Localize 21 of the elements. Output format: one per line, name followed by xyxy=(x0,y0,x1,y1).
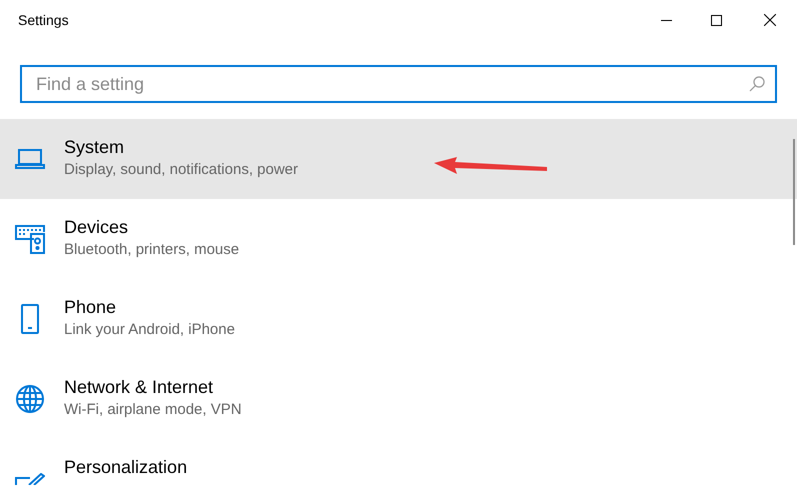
category-title: Phone xyxy=(64,296,118,319)
search-icon xyxy=(749,76,765,92)
laptop-icon xyxy=(15,148,45,170)
maximize-icon xyxy=(710,14,722,26)
scrollbar-thumb[interactable] xyxy=(793,139,795,245)
category-description: Wi-Fi, airplane mode, VPN xyxy=(64,400,242,420)
brush-icon xyxy=(15,473,45,485)
close-icon xyxy=(764,14,776,26)
category-description: Link your Android, iPhone xyxy=(64,320,235,340)
category-description: Display, sound, notifications, power xyxy=(64,160,298,180)
category-title: System xyxy=(64,136,126,159)
globe-icon xyxy=(15,384,45,414)
settings-category[interactable]: System Display, sound, notifications, power xyxy=(0,119,797,199)
keyboard-speaker-icon xyxy=(15,224,45,254)
phone-icon xyxy=(20,303,40,335)
category-description: Bluetooth, printers, mouse xyxy=(64,240,240,260)
category-title: Devices xyxy=(64,216,130,239)
search-field[interactable]: Find a setting xyxy=(20,65,777,103)
window-title: Settings xyxy=(18,10,69,30)
category-title: Personalization xyxy=(64,456,188,479)
category-title: Network & Internet xyxy=(64,376,214,399)
